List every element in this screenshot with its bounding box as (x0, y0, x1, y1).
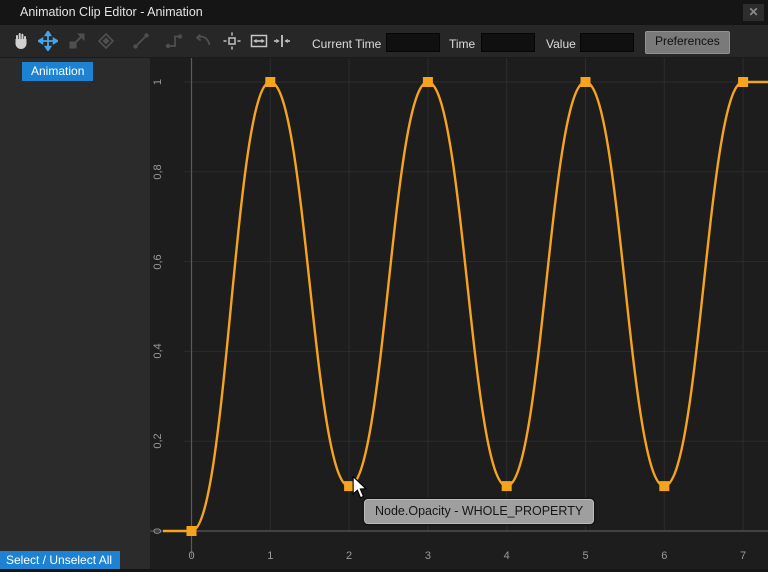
center-target-icon (222, 31, 242, 51)
select-unselect-all-button[interactable]: Select / Unselect All (0, 551, 120, 570)
y-tick-label: 0,6 (152, 242, 164, 282)
current-time-input[interactable] (386, 33, 440, 52)
smooth-curve-icon (193, 31, 213, 51)
linear-interpolation-tool-button[interactable] (131, 31, 151, 51)
close-icon[interactable]: ✕ (743, 4, 764, 21)
step-interpolation-icon (164, 31, 184, 51)
mouse-cursor (352, 476, 368, 505)
keyframe-marker[interactable] (423, 77, 433, 87)
y-tick-label: 0 (152, 511, 164, 551)
x-tick-label: 6 (644, 550, 684, 562)
add-keyframe-tool-button[interactable] (96, 31, 116, 51)
y-tick-label: 0,8 (152, 152, 164, 192)
smooth-interpolation-tool-button[interactable] (193, 31, 213, 51)
tooltip: Node.Opacity - WHOLE_PROPERTY (364, 499, 594, 524)
keyframe-marker[interactable] (738, 77, 748, 87)
x-tick-label: 2 (329, 550, 369, 562)
preferences-button[interactable]: Preferences (645, 31, 730, 54)
toolbar: Current Time Time Value Preferences (0, 25, 768, 58)
x-tick-label: 5 (566, 550, 606, 562)
time-label: Time (449, 37, 475, 51)
value-label: Value (546, 37, 576, 51)
value-input[interactable] (580, 33, 634, 52)
x-tick-label: 1 (250, 550, 290, 562)
keyframe-marker[interactable] (265, 77, 275, 87)
animation-clip-item[interactable]: Animation (22, 62, 93, 81)
keyframe-marker[interactable] (187, 526, 197, 536)
y-tick-label: 0,2 (152, 421, 164, 461)
sidebar: Animation Select / Unselect All (0, 58, 150, 572)
fit-width-tool-button[interactable] (272, 31, 292, 51)
move-arrows-icon (38, 31, 58, 51)
keyframe-diamond-icon (96, 31, 116, 51)
move-tool-button[interactable] (38, 31, 58, 51)
keyframe-marker[interactable] (581, 77, 591, 87)
animation-curve-plot (150, 58, 768, 572)
y-tick-label: 0,4 (152, 331, 164, 371)
keyframe-marker[interactable] (502, 481, 512, 491)
pan-tool-button[interactable] (11, 31, 31, 51)
title-bar: Animation Clip Editor - Animation ✕ (0, 0, 768, 25)
current-time-label: Current Time (312, 37, 381, 51)
x-tick-label: 7 (723, 550, 763, 562)
animation-curve[interactable] (163, 82, 768, 531)
keyframe-marker[interactable] (659, 481, 669, 491)
window-title: Animation Clip Editor - Animation (20, 5, 203, 19)
x-tick-label: 0 (172, 550, 212, 562)
fit-width-icon (272, 31, 292, 51)
step-interpolation-tool-button[interactable] (164, 31, 184, 51)
fit-horizontal-icon (249, 31, 269, 51)
y-tick-label: 1 (152, 62, 164, 102)
fit-horizontally-tool-button[interactable] (249, 31, 269, 51)
x-tick-label: 3 (408, 550, 448, 562)
scale-tool-button[interactable] (67, 31, 87, 51)
scale-icon (67, 31, 87, 51)
linear-interpolation-icon (131, 31, 151, 51)
hand-icon (11, 31, 31, 51)
x-tick-label: 4 (487, 550, 527, 562)
time-input[interactable] (481, 33, 535, 52)
curve-editor-canvas[interactable]: Node.Opacity - WHOLE_PROPERTY 0 0,2 0,4 0,6… (150, 58, 768, 572)
center-view-tool-button[interactable] (222, 31, 242, 51)
